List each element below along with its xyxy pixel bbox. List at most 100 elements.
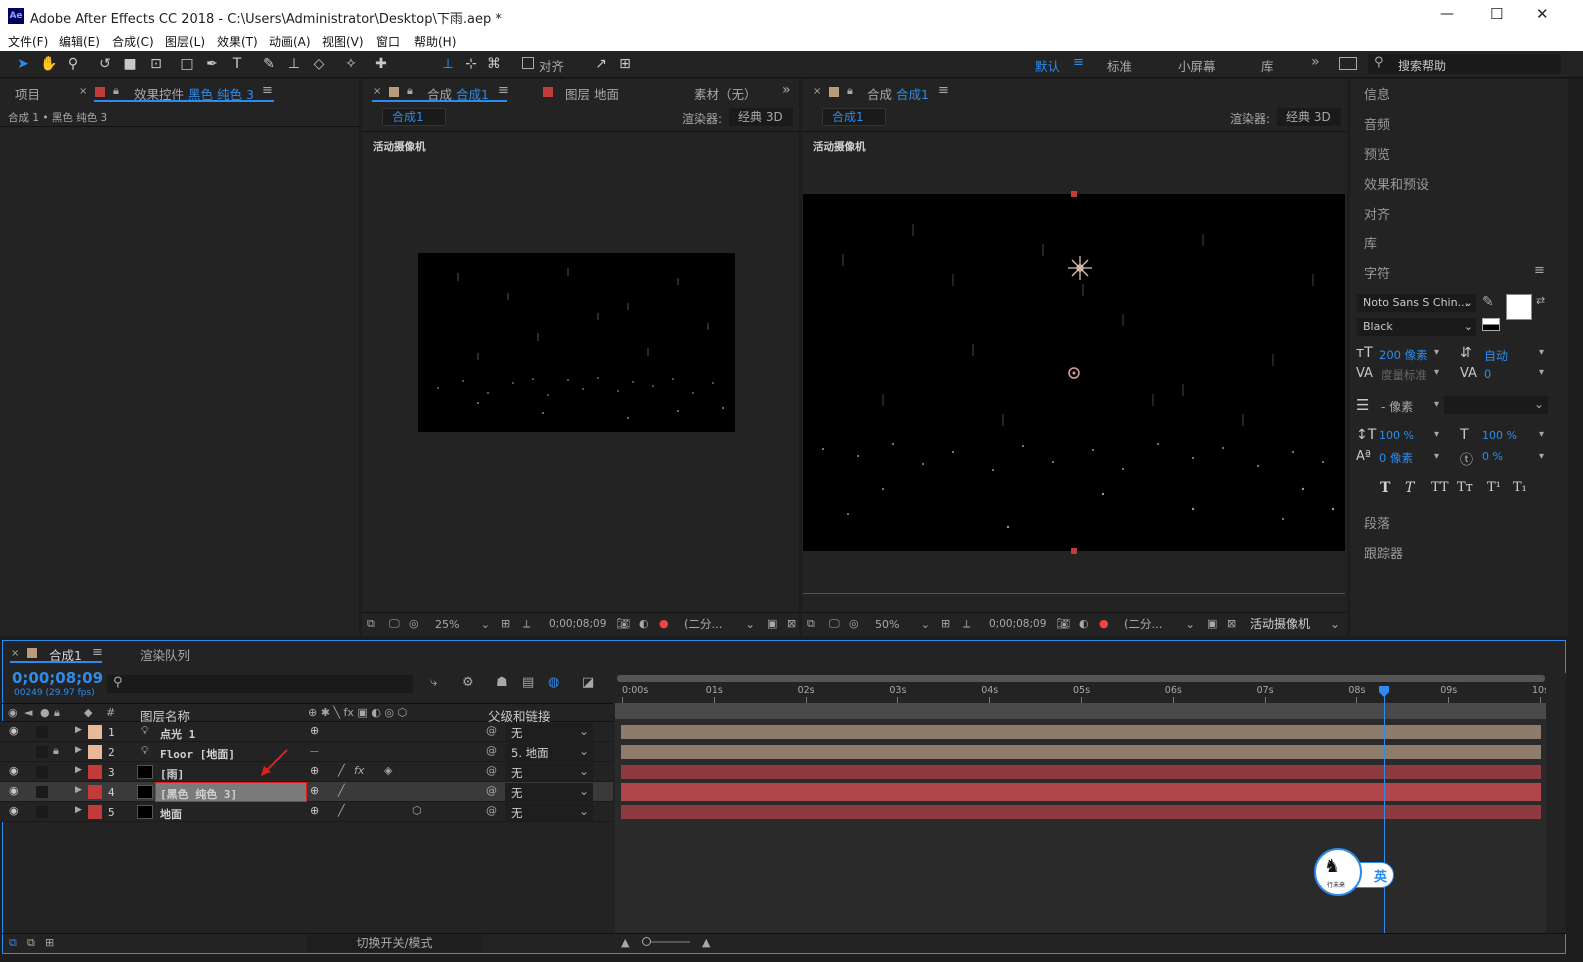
- shy-layers-icon[interactable]: ☗: [496, 675, 508, 690]
- renderer-button[interactable]: 经典 3D: [729, 108, 793, 126]
- panel-character-title[interactable]: 字符: [1364, 263, 1390, 282]
- layer-duration-bar[interactable]: [621, 783, 1541, 801]
- tsume-value[interactable]: 0 %: [1482, 450, 1503, 463]
- shy-switch-icon[interactable]: ⊕: [310, 784, 319, 797]
- menu-layer[interactable]: 图层(L): [165, 33, 205, 50]
- roto-brush-tool-icon[interactable]: ✧: [341, 55, 361, 73]
- solo-toggle[interactable]: [36, 806, 48, 818]
- frame-blending-icon[interactable]: ▤: [522, 675, 534, 690]
- rotate-tool-icon[interactable]: ↺: [95, 55, 115, 73]
- horizontal-scale-value[interactable]: 100 %: [1482, 429, 1517, 442]
- eyedropper-icon[interactable]: ✎: [1482, 294, 1494, 310]
- pick-whip-icon[interactable]: @: [486, 744, 497, 757]
- work-area-region[interactable]: [615, 703, 1547, 719]
- zoom-out-icon[interactable]: ▲: [621, 936, 629, 949]
- show-snapshot-icon[interactable]: ◐: [639, 617, 649, 630]
- quality-switch-icon[interactable]: ╱: [338, 804, 345, 817]
- visibility-eye-icon[interactable]: ◉: [9, 784, 19, 797]
- work-area-bar[interactable]: [617, 675, 1545, 682]
- pan-behind-tool-icon[interactable]: ⊡: [146, 55, 166, 73]
- graph-editor-icon[interactable]: ◪: [582, 675, 594, 690]
- panel-menu-icon[interactable]: ≡: [262, 83, 273, 98]
- panel-menu-icon[interactable]: ≡: [92, 645, 103, 660]
- monitor-icon[interactable]: 🖵︎: [829, 617, 840, 631]
- tab-footage[interactable]: 素材（无）: [694, 84, 757, 103]
- layer-row[interactable]: ◉ ▶ 1 💡︎ 点光 1 ⊕ @ 无 ⌄: [0, 722, 613, 742]
- expand-arrow-icon[interactable]: ▶: [75, 745, 82, 755]
- renderer-button[interactable]: 经典 3D: [1277, 108, 1341, 126]
- crop-icon[interactable]: ⟂: [963, 617, 970, 631]
- label-color-swatch[interactable]: [88, 785, 102, 799]
- font-family-dropdown[interactable]: Noto Sans S Chin... ⌄: [1357, 294, 1476, 312]
- layer-name-field[interactable]: [黑色 纯色 3]: [155, 782, 307, 802]
- solo-toggle[interactable]: [36, 726, 48, 738]
- chevron-down-icon[interactable]: ▾: [1434, 429, 1439, 440]
- small-caps-button[interactable]: Tт: [1457, 480, 1473, 495]
- fit-icon[interactable]: ⊞: [941, 617, 950, 630]
- menu-animation[interactable]: 动画(A): [269, 33, 311, 50]
- layer-duration-bar[interactable]: [621, 805, 1541, 819]
- hand-tool-icon[interactable]: ✋: [39, 55, 59, 73]
- ime-badge[interactable]: 英 ♞ 行未来: [1314, 848, 1396, 896]
- chevron-down-icon[interactable]: ▾: [1434, 347, 1439, 358]
- font-size-value[interactable]: 200 像素: [1379, 347, 1428, 363]
- show-snapshot-icon[interactable]: ◐: [1079, 617, 1089, 630]
- menu-window[interactable]: 窗口: [376, 33, 400, 50]
- layer-row[interactable]: ◉ ▶ 5 地面 ⊕ ╱ ⬡ @ 无 ⌄: [0, 802, 613, 822]
- shy-switch-icon[interactable]: ⊕: [310, 764, 319, 777]
- faux-bold-button[interactable]: T: [1380, 480, 1390, 496]
- visibility-eye-icon[interactable]: ◉: [9, 764, 19, 777]
- layer-row[interactable]: ◉ ▶ 3 [雨] ⊕ ╱ fx ◈ @ 无 ⌄: [0, 762, 613, 782]
- zoom-dropdown[interactable]: 50% ⌄: [871, 616, 933, 633]
- puppet-pin-tool-icon[interactable]: ✚: [371, 55, 391, 73]
- tab-project[interactable]: 项目: [15, 84, 40, 103]
- camera-tool-icon[interactable]: ■: [120, 55, 140, 73]
- panel-preview[interactable]: 预览: [1364, 144, 1390, 163]
- label-color-swatch[interactable]: [88, 745, 102, 759]
- workspace-default[interactable]: 默认: [1035, 56, 1060, 75]
- resolution-dropdown[interactable]: (二分... ⌄: [1120, 616, 1198, 633]
- type-tool-icon[interactable]: T: [227, 55, 247, 73]
- parent-dropdown[interactable]: 无 ⌄: [505, 763, 593, 781]
- transparency-grid-icon[interactable]: ⊠: [787, 617, 796, 630]
- viewer-timecode[interactable]: 0;00;08;09: [549, 618, 606, 630]
- baseline-shift-value[interactable]: 0 像素: [1379, 450, 1413, 466]
- chevron-down-icon[interactable]: ▾: [1539, 367, 1544, 378]
- more-tabs-icon[interactable]: »: [782, 82, 791, 98]
- zoom-dropdown[interactable]: 25% ⌄: [431, 616, 493, 633]
- zoom-in-icon[interactable]: ▲: [702, 936, 710, 949]
- align-checkbox[interactable]: [522, 57, 534, 69]
- quality-switch-icon[interactable]: ╱: [338, 764, 345, 777]
- maximize-button[interactable]: ☐: [1490, 5, 1503, 23]
- quality-switch-icon[interactable]: ╱: [338, 784, 345, 797]
- layer-name-field[interactable]: 地面: [156, 803, 306, 821]
- pick-whip-icon[interactable]: @: [486, 784, 497, 797]
- menu-edit[interactable]: 编辑(E): [59, 33, 100, 50]
- visibility-eye-icon[interactable]: ◉: [9, 724, 19, 737]
- snapshot-icon[interactable]: 📷︎: [1056, 617, 1070, 630]
- chevron-down-icon[interactable]: ▾: [1539, 451, 1544, 462]
- menu-file[interactable]: 文件(F): [8, 33, 48, 50]
- draft-3d-icon[interactable]: ⚙: [462, 675, 474, 690]
- composition-canvas-small[interactable]: [418, 253, 735, 432]
- panel-menu-icon[interactable]: ≡: [938, 83, 949, 98]
- resolution-dropdown[interactable]: (二分... ⌄: [680, 616, 758, 633]
- expand-arrow-icon[interactable]: ▶: [75, 785, 82, 795]
- superscript-button[interactable]: T¹: [1487, 480, 1501, 495]
- timeline-timecode[interactable]: 0;00;08;09: [12, 669, 103, 687]
- layer-search-input[interactable]: ⚲: [107, 675, 413, 693]
- always-preview-icon[interactable]: ⧉: [807, 617, 815, 631]
- chevron-down-icon[interactable]: ▾: [1434, 451, 1439, 462]
- close-button[interactable]: ✕: [1536, 5, 1549, 23]
- close-tab-icon[interactable]: ×: [11, 648, 19, 659]
- canvas-handle-bottom[interactable]: [1071, 548, 1077, 554]
- faux-italic-button[interactable]: T: [1405, 480, 1414, 496]
- snapshot-icon[interactable]: 📷︎: [616, 617, 630, 630]
- mask-visibility-icon[interactable]: ◎: [409, 617, 419, 630]
- label-color-swatch[interactable]: [88, 725, 102, 739]
- font-style-dropdown[interactable]: Black ⌄: [1357, 318, 1476, 336]
- panel-menu-icon[interactable]: ≡: [498, 83, 509, 98]
- menu-view[interactable]: 视图(V): [322, 33, 364, 50]
- panel-effects-presets[interactable]: 效果和预设: [1364, 174, 1429, 193]
- menu-effect[interactable]: 效果(T): [217, 33, 258, 50]
